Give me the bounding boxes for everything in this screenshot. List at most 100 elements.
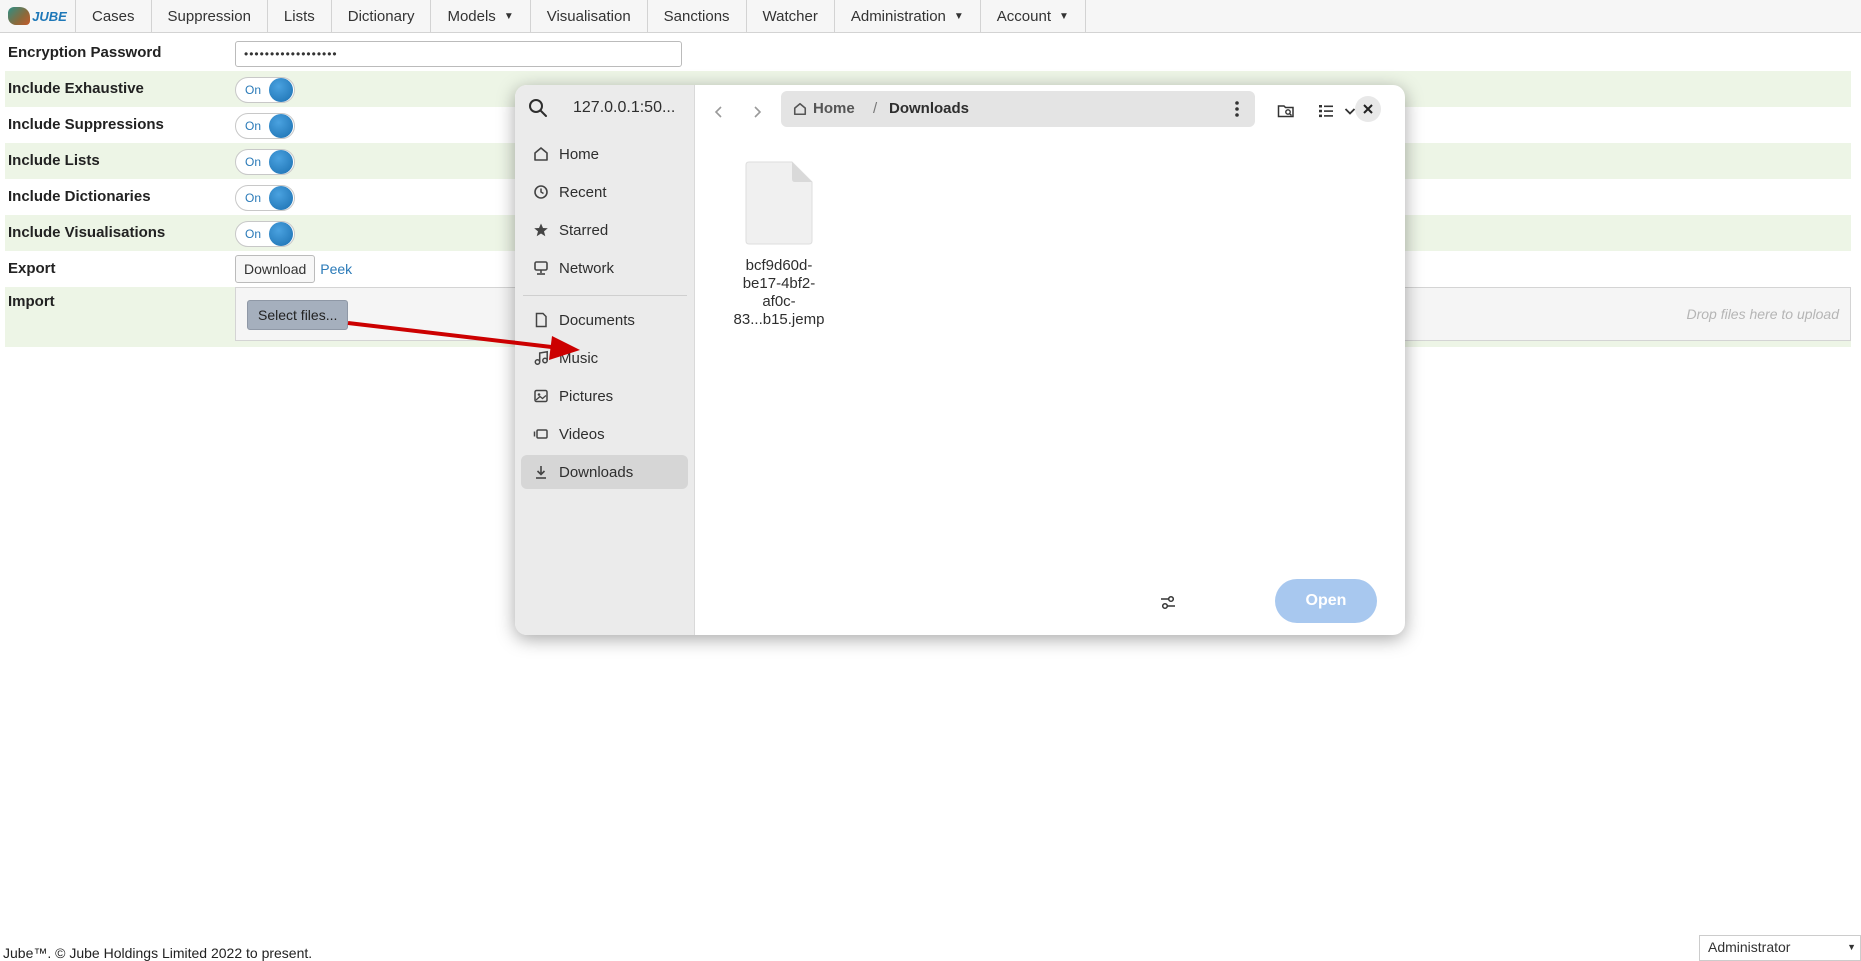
menu-item-label: Account xyxy=(996,7,1051,25)
place-network[interactable]: Network xyxy=(521,251,688,285)
menu-suppression[interactable]: Suppression xyxy=(152,0,268,32)
search-icon[interactable] xyxy=(527,97,549,119)
file-chooser-dialog: 127.0.0.1:50... Home Recent Starred Netw… xyxy=(515,85,1405,635)
home-icon xyxy=(793,102,807,115)
place-label: Videos xyxy=(559,425,605,443)
menu-item-label: Cases xyxy=(92,7,135,25)
toggle-knob xyxy=(269,186,293,210)
breadcrumb-home[interactable]: Home xyxy=(793,100,855,117)
menu-lists[interactable]: Lists xyxy=(268,0,332,32)
peek-link[interactable]: Peek xyxy=(320,261,352,277)
menu-item-label: Watcher xyxy=(762,7,818,25)
sidebar-separator xyxy=(523,295,687,296)
place-label: Music xyxy=(559,349,599,367)
menu-account[interactable]: Account ▼ xyxy=(981,0,1086,32)
star-icon xyxy=(531,220,551,240)
close-icon[interactable] xyxy=(1355,96,1381,122)
menu-item-label: Administration xyxy=(850,7,946,25)
toggle-knob xyxy=(269,222,293,246)
file-icon xyxy=(745,161,813,245)
menu-item-label: Models xyxy=(447,7,496,25)
include-suppressions-toggle[interactable]: On xyxy=(235,113,295,139)
include-lists-label: Include Lists xyxy=(8,152,100,169)
include-lists-toggle[interactable]: On xyxy=(235,149,295,175)
menu-watcher[interactable]: Watcher xyxy=(747,0,835,32)
encryption-password-input[interactable]: •••••••••••••••••• xyxy=(235,41,682,67)
home-icon xyxy=(531,144,551,164)
menu-models[interactable]: Models ▼ xyxy=(431,0,531,32)
include-exhaustive-label: Include Exhaustive xyxy=(8,80,144,97)
place-label: Downloads xyxy=(559,463,634,481)
path-bar: Home / Downloads xyxy=(781,91,1255,127)
import-label: Import xyxy=(8,293,55,310)
toggle-knob xyxy=(269,150,293,174)
place-label: Recent xyxy=(559,183,607,201)
role-selected-value: Administrator xyxy=(1708,939,1791,955)
include-exhaustive-toggle[interactable]: On xyxy=(235,77,295,103)
music-icon xyxy=(531,348,551,368)
place-downloads[interactable]: Downloads xyxy=(521,455,688,489)
place-label: Documents xyxy=(559,311,635,329)
place-starred[interactable]: Starred xyxy=(521,213,688,247)
menu-visualisation[interactable]: Visualisation xyxy=(531,0,648,32)
back-chevron-icon[interactable] xyxy=(704,97,734,127)
place-pictures[interactable]: Pictures xyxy=(521,379,688,413)
toggle-knob xyxy=(269,78,293,102)
more-options-icon[interactable] xyxy=(1227,99,1247,119)
caret-down-icon: ▼ xyxy=(503,10,514,22)
encryption-row: Encryption Password •••••••••••••••••• xyxy=(5,35,1851,71)
menu-administration[interactable]: Administration ▼ xyxy=(835,0,981,32)
toggle-knob xyxy=(269,114,293,138)
filter-options-icon[interactable] xyxy=(1154,589,1182,617)
breadcrumb-current[interactable]: Downloads xyxy=(889,100,969,117)
menu-dictionary[interactable]: Dictionary xyxy=(332,0,432,32)
toggle-state: On xyxy=(245,83,262,97)
breadcrumb-separator: / xyxy=(873,100,878,117)
toggle-state: On xyxy=(245,155,262,169)
encryption-password-label: Encryption Password xyxy=(8,44,162,61)
menu-item-label: Visualisation xyxy=(546,7,631,25)
include-visualisations-toggle[interactable]: On xyxy=(235,221,295,247)
place-videos[interactable]: Videos xyxy=(521,417,688,451)
file-item[interactable]: bcf9d60d- be17-4bf2- af0c-83...b15.jemp xyxy=(724,161,834,329)
include-dictionaries-label: Include Dictionaries xyxy=(8,188,151,205)
logo-text: JUBE xyxy=(32,8,67,24)
toggle-state: On xyxy=(245,227,262,241)
clock-icon xyxy=(531,182,551,202)
place-home[interactable]: Home xyxy=(521,137,688,171)
place-documents[interactable]: Documents xyxy=(521,303,688,337)
include-dictionaries-toggle[interactable]: On xyxy=(235,185,295,211)
drop-hint: Drop files here to upload xyxy=(1686,306,1839,322)
picture-icon xyxy=(531,386,551,406)
file-name-line: af0c-83...b15.jemp xyxy=(733,293,825,328)
include-visualisations-label: Include Visualisations xyxy=(8,224,166,241)
role-select[interactable]: Administrator ▼ xyxy=(1699,935,1861,961)
menu-sanctions[interactable]: Sanctions xyxy=(648,0,747,32)
menu-cases[interactable]: Cases xyxy=(76,0,152,32)
toggle-state: On xyxy=(245,191,262,205)
place-recent[interactable]: Recent xyxy=(521,175,688,209)
forward-chevron-icon[interactable] xyxy=(742,97,772,127)
top-menu-bar: JUBE Cases Suppression Lists Dictionary … xyxy=(0,0,1861,33)
menu-item-label: Sanctions xyxy=(663,7,730,25)
jube-logo[interactable]: JUBE xyxy=(0,0,76,32)
export-label: Export xyxy=(8,260,56,277)
folder-search-icon[interactable] xyxy=(1272,97,1300,125)
place-music[interactable]: Music xyxy=(521,341,688,375)
logo-icon xyxy=(8,7,31,25)
caret-down-icon: ▼ xyxy=(1059,10,1069,22)
place-label: Pictures xyxy=(559,387,614,405)
dialog-title: 127.0.0.1:50... xyxy=(573,99,676,116)
place-label: Starred xyxy=(559,221,609,239)
logo-mark: JUBE xyxy=(8,7,67,25)
document-icon xyxy=(531,310,551,330)
file-browser-pane: Home / Downloads bcf9d60d- be17-4bf2- af… xyxy=(694,85,1405,635)
menu-item-label: Suppression xyxy=(167,7,251,25)
download-button[interactable]: Download xyxy=(235,255,316,283)
open-button[interactable]: Open xyxy=(1275,579,1377,623)
toggle-state: On xyxy=(245,119,262,133)
file-name-line: bcf9d60d- xyxy=(745,257,813,274)
menu-item-label: Lists xyxy=(283,7,315,25)
select-files-button[interactable]: Select files... xyxy=(247,300,349,330)
chevron-down-icon: ▼ xyxy=(1847,942,1856,952)
